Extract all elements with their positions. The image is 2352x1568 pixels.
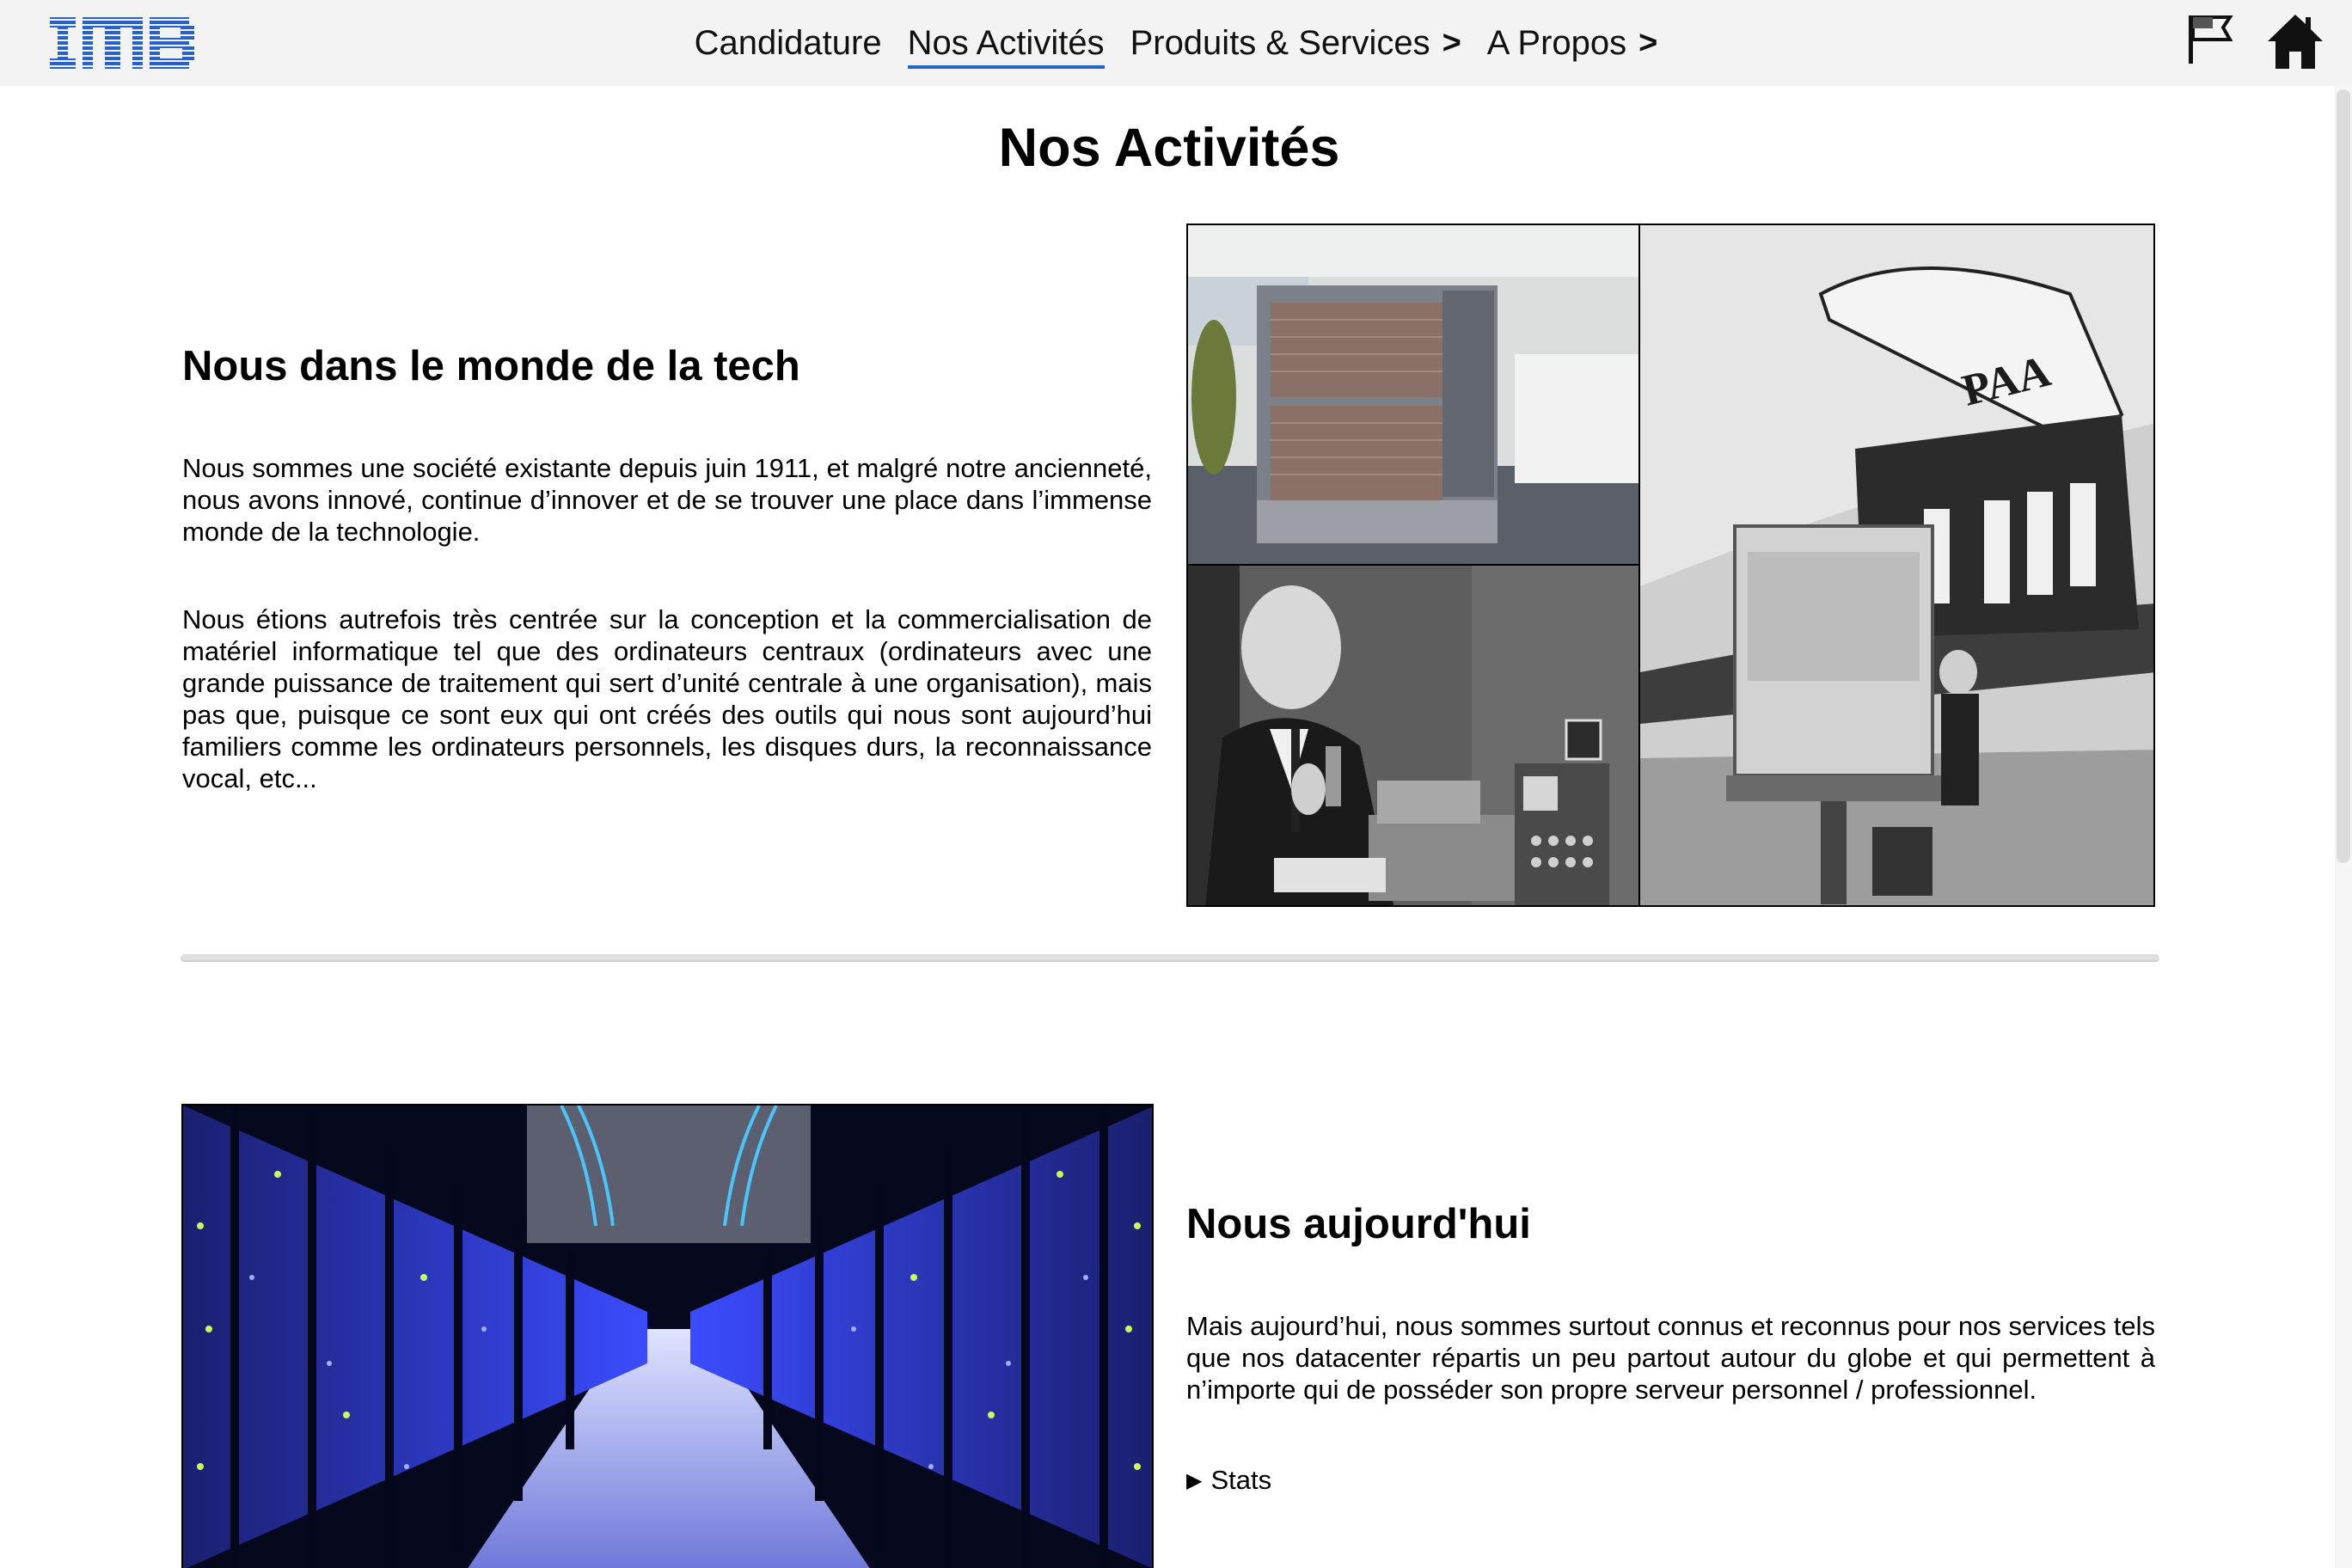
speech-recognition-photo <box>1188 566 1638 905</box>
chevron-right-icon: > <box>1638 24 1658 61</box>
nav-label: Produits & Services <box>1130 23 1430 62</box>
stats-summary-label: Stats <box>1210 1465 1272 1495</box>
hard-disk-airplane-photo: PAA <box>1640 225 2153 905</box>
paragraph-datacenter: Mais aujourd’hui, nous sommes surtout co… <box>1186 1311 2155 1405</box>
datacenter-photo <box>181 1104 1154 1568</box>
nav-nos-activites[interactable]: Nos Activités <box>907 23 1105 69</box>
nav-candidature[interactable]: Candidature <box>695 24 882 63</box>
top-navigation-bar: Candidature Nos Activités Produits & Ser… <box>0 0 2352 86</box>
nav-label: Candidature <box>694 23 882 62</box>
triangle-right-icon: ▶ <box>1186 1468 1203 1492</box>
page-title: Nos Activités <box>998 118 1340 178</box>
nav-a-propos[interactable]: A Propos > <box>1487 24 1658 63</box>
mainframe-photo <box>1188 225 1638 564</box>
history-photo-collage: PAA <box>1186 224 2155 907</box>
home-button[interactable] <box>2266 12 2324 70</box>
nav-label: Nos Activités <box>907 23 1105 62</box>
paragraph-history: Nous sommes une société existante depuis… <box>182 453 1152 547</box>
nav-label: A Propos <box>1486 23 1627 62</box>
paragraph-hardware: Nous étions autrefois très centrée sur l… <box>182 604 1152 793</box>
scrollbar-thumb[interactable] <box>2337 89 2350 863</box>
section-heading-today: Nous aujourd'hui <box>1186 1201 1531 1247</box>
chevron-right-icon: > <box>1442 24 1461 61</box>
section-heading-tech: Nous dans le monde de la tech <box>182 343 800 389</box>
home-icon <box>2268 15 2323 69</box>
stats-disclosure[interactable]: ▶ Stats <box>1186 1465 1271 1496</box>
nav-produits-services[interactable]: Produits & Services > <box>1130 24 1461 63</box>
flag-icon <box>2189 15 2233 64</box>
main-nav: Candidature Nos Activités Produits & Ser… <box>0 0 2352 86</box>
section-divider <box>181 954 2159 962</box>
language-flag-button[interactable] <box>2187 14 2233 65</box>
